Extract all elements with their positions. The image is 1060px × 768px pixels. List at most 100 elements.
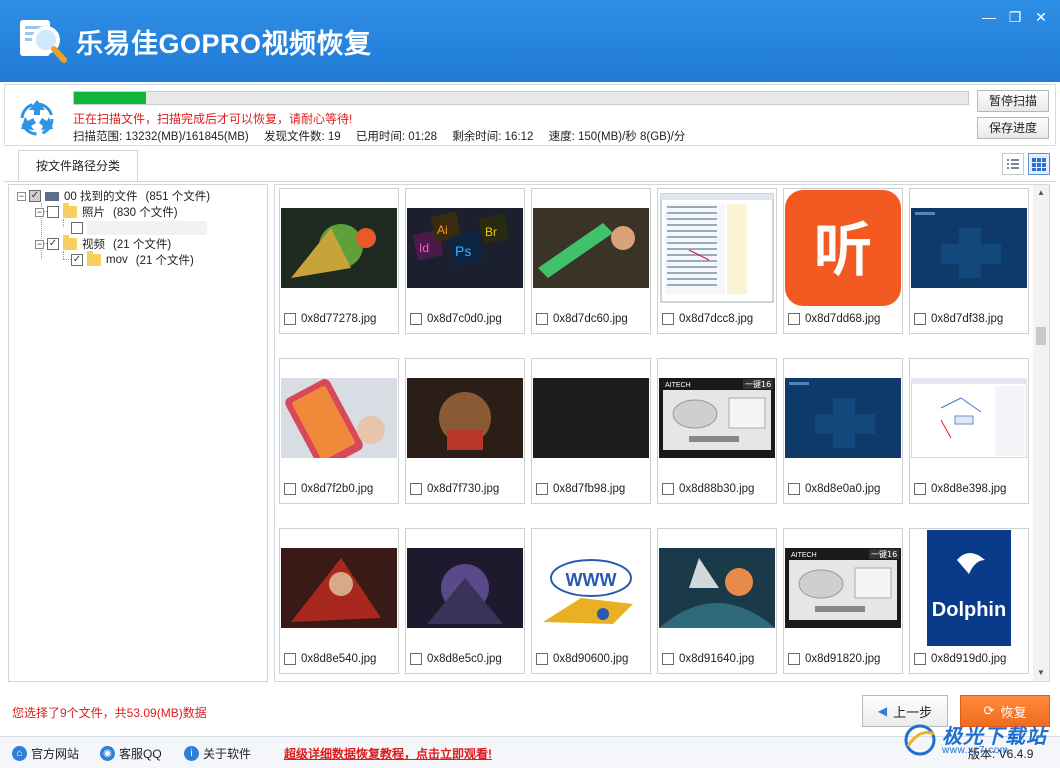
grid-view-icon [1032, 158, 1046, 171]
file-thumbnail-card[interactable]: 0x8d7dcc8.jpg [657, 188, 777, 334]
file-thumbnail-card[interactable]: 0x8d7df38.jpg [909, 188, 1029, 334]
file-thumbnail-card[interactable]: 0x8d7fb98.jpg [531, 358, 651, 504]
file-checkbox[interactable] [284, 653, 296, 665]
scroll-down-icon[interactable]: ▼ [1033, 665, 1049, 681]
grid-scrollbar[interactable]: ▲ ▼ [1033, 185, 1049, 681]
file-checkbox[interactable] [536, 313, 548, 325]
minimize-button[interactable]: — [976, 6, 1002, 28]
file-preview-image[interactable] [533, 360, 649, 476]
folder-icon [63, 203, 77, 218]
grid-view-button[interactable] [1028, 153, 1050, 175]
file-thumbnail-card[interactable]: 0x8d91640.jpg [657, 528, 777, 674]
file-thumbnail-card[interactable]: 0x8d7f2b0.jpg [279, 358, 399, 504]
file-label: 0x8d90600.jpg [536, 653, 628, 665]
file-preview-image[interactable] [911, 190, 1027, 306]
file-checkbox[interactable] [662, 483, 674, 495]
file-preview-image[interactable]: Dolphin [911, 530, 1027, 646]
file-checkbox[interactable] [284, 483, 296, 495]
collapse-toggle[interactable]: − [35, 207, 44, 217]
file-thumbnail-card[interactable]: Id Ai Ps Br 0x8d7c0d0.jpg [405, 188, 525, 334]
file-checkbox[interactable] [284, 313, 296, 325]
tree-checkbox[interactable]: ✓ [71, 254, 83, 266]
tree-checkbox[interactable] [71, 222, 83, 234]
file-checkbox[interactable] [410, 653, 422, 665]
tutorial-link[interactable]: 超级详细数据恢复教程，点击立即观看! [284, 745, 492, 762]
file-checkbox[interactable] [662, 653, 674, 665]
scroll-up-icon[interactable]: ▲ [1033, 185, 1049, 201]
file-preview-image[interactable] [281, 530, 397, 646]
file-checkbox[interactable] [788, 313, 800, 325]
official-website-link[interactable]: ⌂ 官方网站 [12, 745, 79, 762]
file-preview-image[interactable] [281, 190, 397, 306]
file-thumbnail-card[interactable]: 0x8d7f730.jpg [405, 358, 525, 504]
about-software-link[interactable]: i 关于软件 [184, 745, 251, 762]
close-button[interactable]: ✕ [1028, 6, 1054, 28]
svg-text:Ai: Ai [437, 223, 448, 237]
save-progress-button[interactable]: 保存进度 [977, 117, 1049, 139]
file-name: 0x8d7df38.jpg [931, 313, 1004, 325]
file-thumbnail-card[interactable]: 0x8d8e0a0.jpg [783, 358, 903, 504]
collapse-toggle[interactable]: − [35, 239, 44, 249]
tree-item-mov[interactable]: ✓ mov (21 个文件) [71, 251, 194, 268]
file-thumbnail-card[interactable]: 0x8d8e5c0.jpg [405, 528, 525, 674]
file-preview-image[interactable] [281, 360, 397, 476]
tree-checkbox[interactable]: ✓ [47, 238, 59, 250]
file-label: 0x8d7df38.jpg [914, 313, 1003, 325]
file-checkbox[interactable] [410, 313, 422, 325]
customer-qq-link[interactable]: ◉ 客服QQ [100, 745, 162, 762]
file-name: 0x8d88b30.jpg [679, 483, 755, 495]
tree-item-unnamed[interactable] [71, 220, 207, 236]
file-thumbnail-card[interactable]: WWW 0x8d90600.jpg [531, 528, 651, 674]
file-label: 0x8d7dd68.jpg [788, 313, 880, 325]
file-checkbox[interactable] [914, 483, 926, 495]
file-name: 0x8d91820.jpg [805, 653, 881, 665]
file-preview-image[interactable] [911, 360, 1027, 476]
restore-button[interactable]: ❐ [1002, 6, 1028, 28]
tree-item-found-files[interactable]: − ✓ 00 找到的文件 (851 个文件) [17, 188, 210, 204]
file-thumbnail-card[interactable]: AITECH 一键16 0x8d88b30.jpg [657, 358, 777, 504]
svg-text:Ps: Ps [455, 243, 471, 259]
file-checkbox[interactable] [410, 483, 422, 495]
file-name: 0x8d7f730.jpg [427, 483, 500, 495]
file-preview-image[interactable] [407, 360, 523, 476]
svg-text:一键16: 一键16 [745, 379, 771, 389]
file-preview-image[interactable] [785, 360, 901, 476]
file-preview-image[interactable] [659, 190, 775, 306]
file-preview-image[interactable] [407, 530, 523, 646]
file-preview-image[interactable]: AITECH 一键16 [785, 530, 901, 646]
file-checkbox[interactable] [788, 483, 800, 495]
file-checkbox[interactable] [914, 313, 926, 325]
recycle-icon [20, 100, 54, 136]
tree-item-videos[interactable]: − ✓ 视频 (21 个文件) [35, 235, 171, 252]
scan-progress-fill [74, 92, 146, 104]
file-preview-image[interactable]: WWW [533, 530, 649, 646]
file-thumbnail-card[interactable]: 0x8d77278.jpg [279, 188, 399, 334]
file-thumbnail-card[interactable]: 0x8d8e540.jpg [279, 528, 399, 674]
file-thumbnail-card[interactable]: AITECH 一键16 0x8d91820.jpg [783, 528, 903, 674]
file-preview-image[interactable]: AITECH 一键16 [659, 360, 775, 476]
tab-by-path[interactable]: 按文件路径分类 [18, 150, 138, 182]
list-view-button[interactable] [1002, 153, 1024, 175]
file-thumbnail-card[interactable]: 听 0x8d7dd68.jpg [783, 188, 903, 334]
file-preview-image[interactable] [533, 190, 649, 306]
file-checkbox[interactable] [536, 653, 548, 665]
tree-checkbox[interactable] [47, 206, 59, 218]
file-preview-image[interactable]: 听 [785, 190, 901, 306]
file-thumbnail-card[interactable]: 0x8d8e398.jpg [909, 358, 1029, 504]
file-checkbox[interactable] [536, 483, 548, 495]
tree-item-photos[interactable]: − 照片 (830 个文件) [35, 203, 178, 220]
file-name: 0x8d8e5c0.jpg [427, 653, 502, 665]
pause-scan-button[interactable]: 暂停扫描 [977, 90, 1049, 112]
file-preview-image[interactable]: Id Ai Ps Br [407, 190, 523, 306]
file-label: 0x8d7c0d0.jpg [410, 313, 502, 325]
file-thumbnail-card[interactable]: Dolphin 0x8d919d0.jpg [909, 528, 1029, 674]
file-checkbox[interactable] [914, 653, 926, 665]
file-thumbnail-card[interactable]: 0x8d7dc60.jpg [531, 188, 651, 334]
tree-checkbox[interactable]: ✓ [29, 190, 41, 202]
collapse-toggle[interactable]: − [17, 191, 26, 201]
file-checkbox[interactable] [788, 653, 800, 665]
file-checkbox[interactable] [662, 313, 674, 325]
scroll-thumb[interactable] [1036, 327, 1046, 345]
file-name: 0x8d7c0d0.jpg [427, 313, 502, 325]
file-preview-image[interactable] [659, 530, 775, 646]
